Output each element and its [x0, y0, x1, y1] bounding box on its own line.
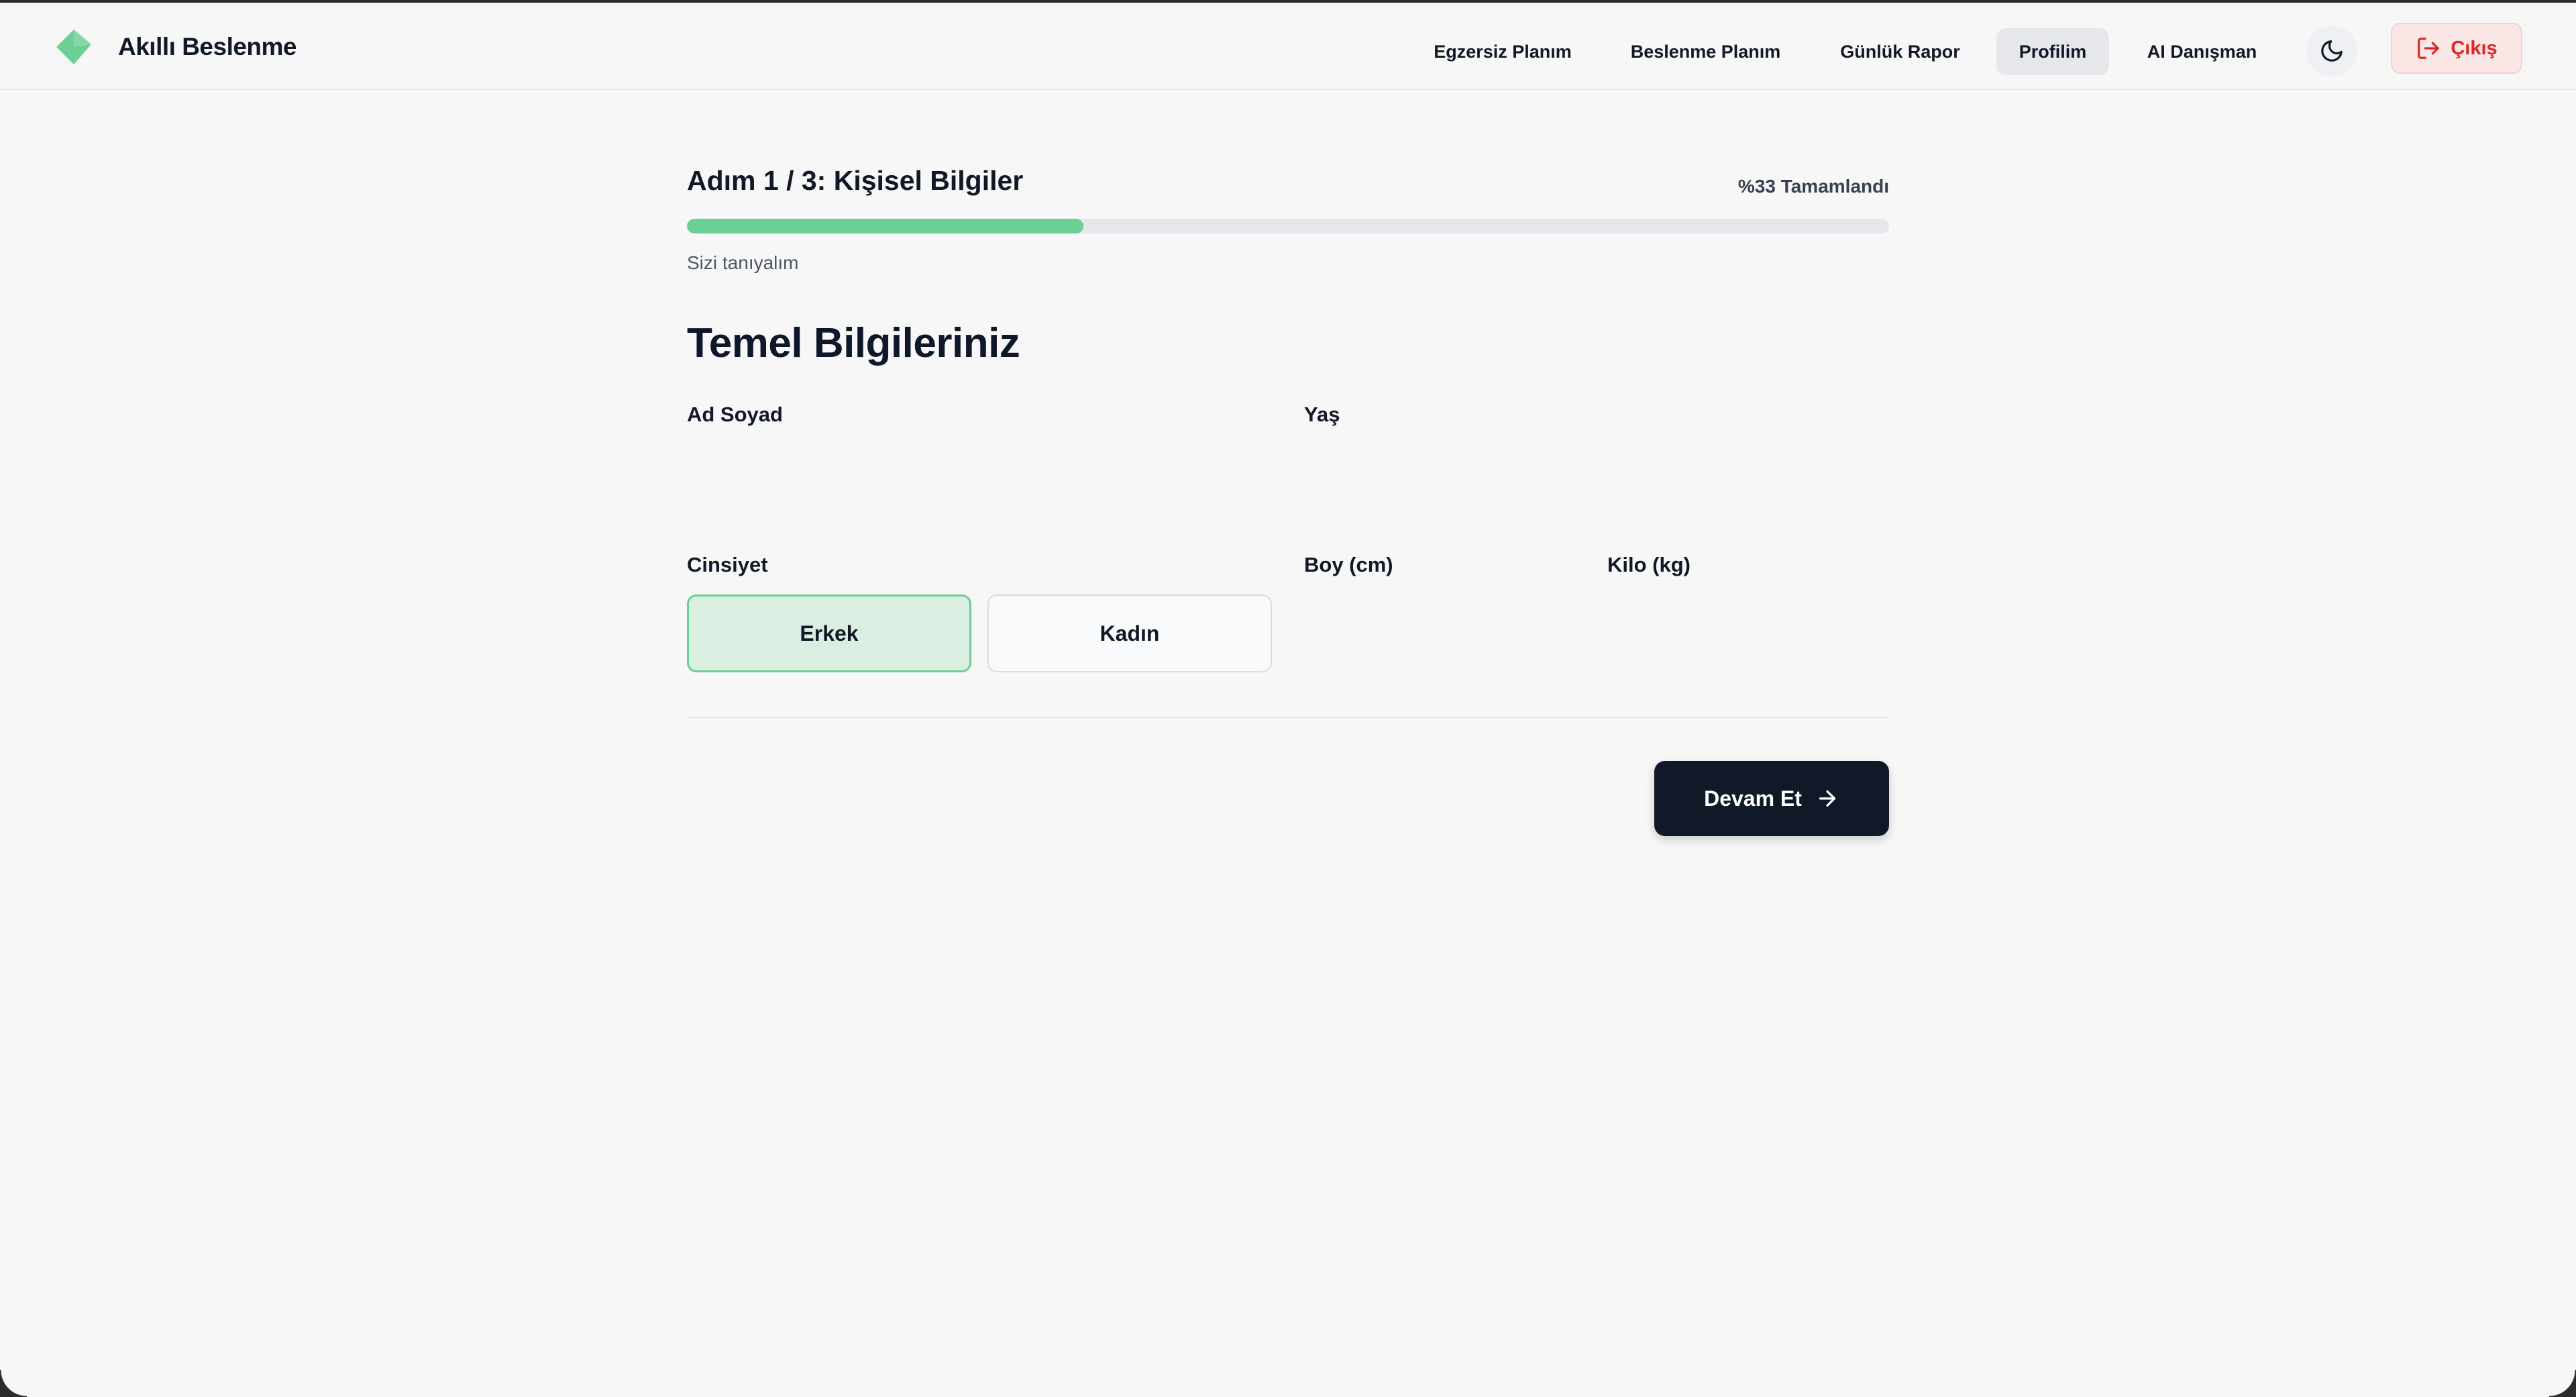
theme-toggle-button[interactable]	[2306, 25, 2357, 76]
progress-bar	[687, 219, 1889, 234]
nav-item-ai-advisor[interactable]: AI Danışman	[2127, 28, 2277, 75]
nav-item-profile[interactable]: Profilim	[1996, 28, 2109, 75]
top-navbar: Akıllı Beslenme Egzersiz Planım Beslenme…	[0, 3, 2576, 90]
weight-input[interactable]	[1607, 590, 1889, 655]
step-title: Adım 1 / 3: Kişisel Bilgiler	[687, 165, 1024, 196]
arrow-right-icon	[1819, 790, 1836, 807]
age-label: Yaş	[1304, 403, 1340, 426]
section-title: Temel Bilgileriniz	[687, 320, 1020, 366]
name-input[interactable]	[687, 439, 1277, 503]
profile-wizard: Adım 1 / 3: Kişisel Bilgiler %33 Tamamla…	[687, 137, 1889, 836]
nav-item-daily-report[interactable]: Günlük Rapor	[1821, 28, 1979, 75]
height-label: Boy (cm)	[1304, 553, 1393, 576]
brand[interactable]: Akıllı Beslenme	[54, 27, 297, 67]
gender-option-male[interactable]: Erkek	[687, 594, 971, 672]
name-label: Ad Soyad	[687, 403, 783, 426]
continue-button[interactable]: Devam Et	[1654, 761, 1889, 836]
app-window: Akıllı Beslenme Egzersiz Planım Beslenme…	[0, 0, 2576, 1397]
nav-item-nutrition-plan[interactable]: Beslenme Planım	[1620, 28, 1791, 75]
step-subtitle: Sizi tanıyalım	[687, 252, 799, 273]
gender-option-female[interactable]: Kadın	[987, 594, 1272, 672]
logout-label: Çıkış	[2451, 37, 2498, 59]
gender-label: Cinsiyet	[687, 553, 768, 576]
progress-percent-text: %33 Tamamlandı	[1737, 176, 1889, 197]
weight-label: Kilo (kg)	[1607, 553, 1690, 576]
moon-icon	[2321, 40, 2343, 62]
window-corner-right	[2549, 1370, 2576, 1397]
continue-label: Devam Et	[1704, 786, 1802, 811]
window-corner-left	[0, 1370, 27, 1397]
height-input[interactable]	[1304, 590, 1586, 655]
step-header: Adım 1 / 3: Kişisel Bilgiler %33 Tamamla…	[687, 137, 1889, 207]
nav-item-exercise-plan[interactable]: Egzersiz Planım	[1415, 28, 1590, 75]
age-input[interactable]	[1304, 439, 1889, 503]
brand-name: Akıllı Beslenme	[118, 33, 297, 60]
leaf-gem-icon	[56, 30, 91, 64]
form-divider	[687, 717, 1889, 718]
progress-bar-fill	[687, 219, 1084, 234]
logout-button[interactable]: Çıkış	[2391, 23, 2522, 74]
logout-icon	[2418, 38, 2440, 59]
